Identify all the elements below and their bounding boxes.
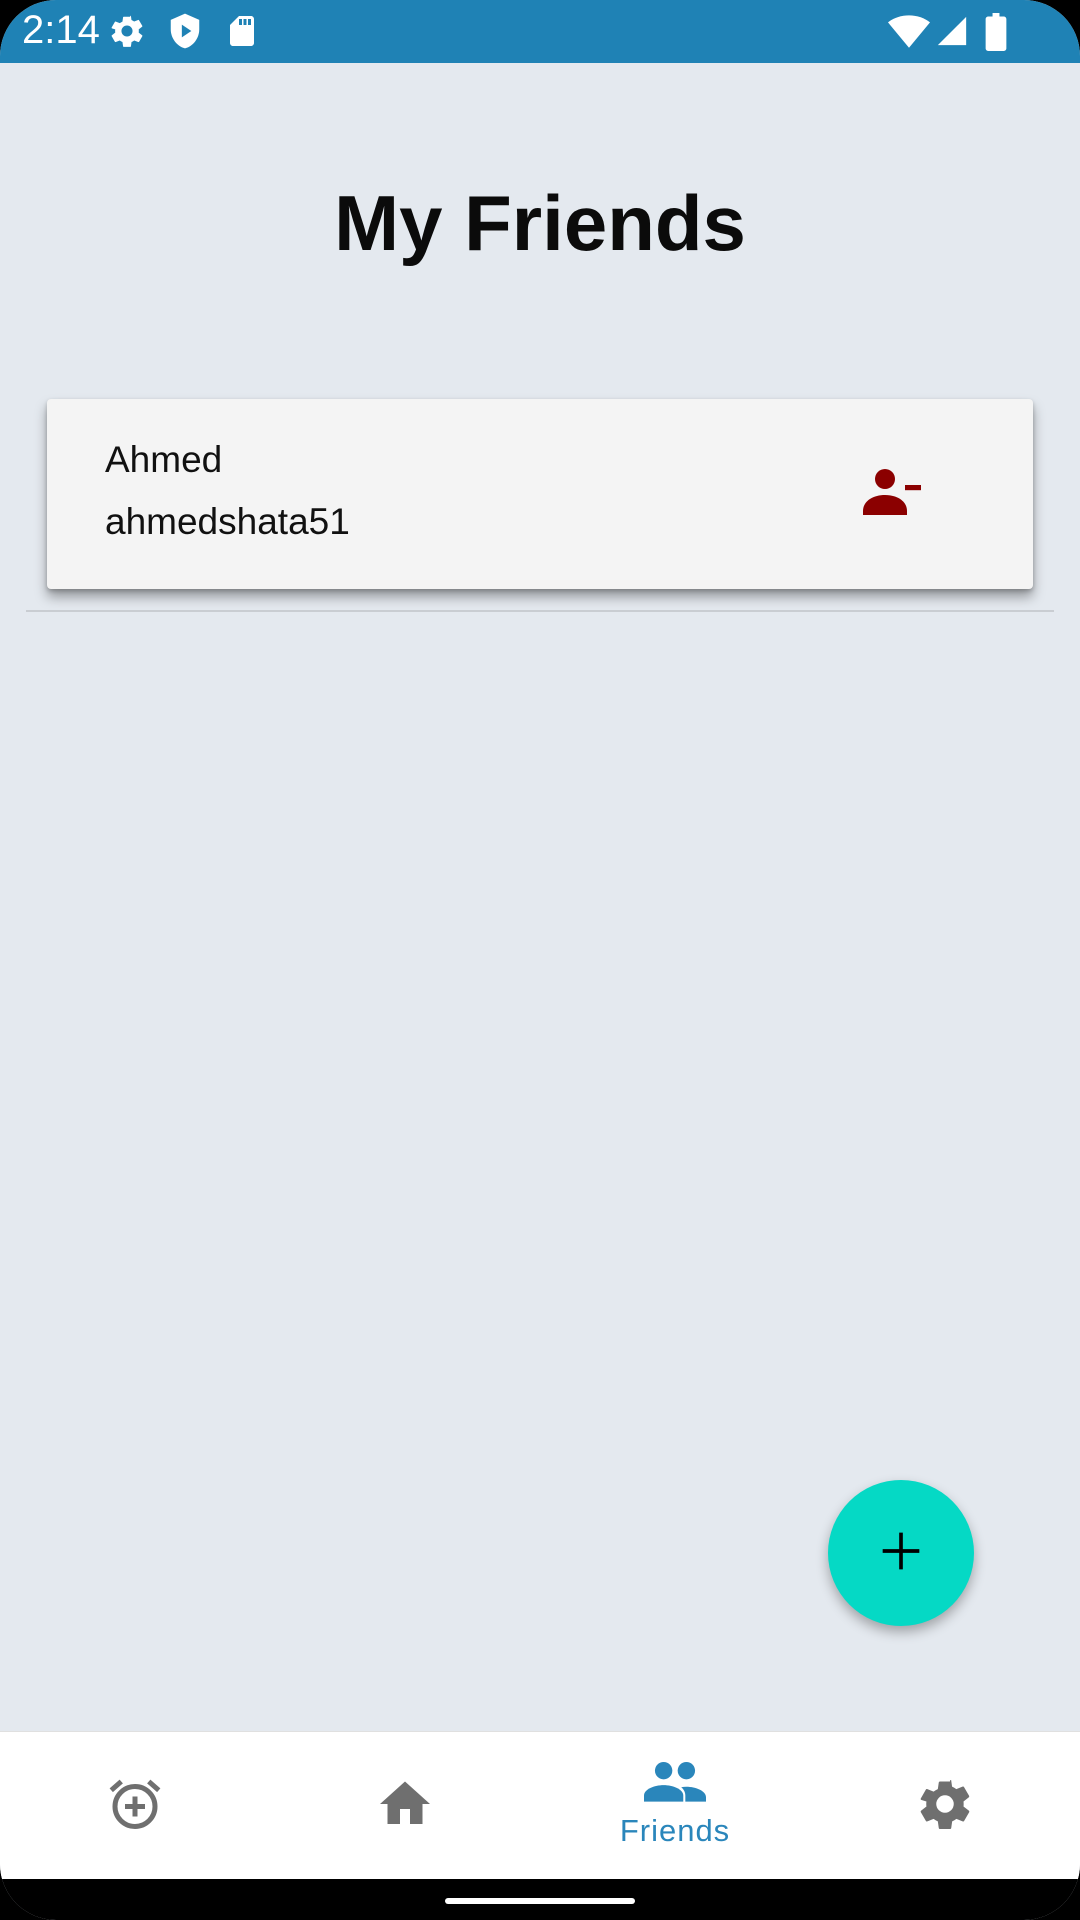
friend-username: ahmedshata51 bbox=[105, 501, 350, 542]
nav-item-settings[interactable] bbox=[810, 1732, 1080, 1880]
divider bbox=[26, 610, 1054, 612]
add-friend-button[interactable] bbox=[828, 1480, 974, 1626]
friend-name: Ahmed bbox=[105, 439, 223, 480]
people-icon bbox=[644, 1760, 706, 1807]
screen: 2:14 My Friends Ahmed ahmedshata51 Frien… bbox=[0, 0, 1080, 1920]
status-bar: 2:14 bbox=[0, 0, 1080, 63]
home-icon bbox=[375, 1774, 435, 1839]
bottom-navigation: Friends bbox=[0, 1731, 1080, 1879]
settings-icon bbox=[915, 1774, 975, 1839]
signal-icon bbox=[935, 14, 969, 53]
nav-item-friends[interactable]: Friends bbox=[540, 1732, 810, 1880]
alarm-add-icon bbox=[105, 1774, 165, 1839]
gesture-handle[interactable] bbox=[445, 1898, 635, 1904]
battery-icon bbox=[984, 13, 1008, 56]
sd-card-icon bbox=[224, 12, 260, 55]
wifi-icon bbox=[888, 14, 930, 55]
friend-card: Ahmed ahmedshata51 bbox=[47, 399, 1033, 589]
page-title: My Friends bbox=[334, 179, 746, 267]
person-remove-icon bbox=[863, 467, 923, 520]
nav-item-home[interactable] bbox=[270, 1732, 540, 1880]
gear-icon bbox=[108, 12, 146, 55]
remove-friend-button[interactable] bbox=[848, 453, 938, 533]
shield-play-icon bbox=[166, 12, 204, 55]
nav-item-alarm[interactable] bbox=[0, 1732, 270, 1880]
plus-icon bbox=[879, 1529, 923, 1578]
nav-label-friends: Friends bbox=[619, 1813, 731, 1848]
status-time: 2:14 bbox=[22, 8, 100, 52]
